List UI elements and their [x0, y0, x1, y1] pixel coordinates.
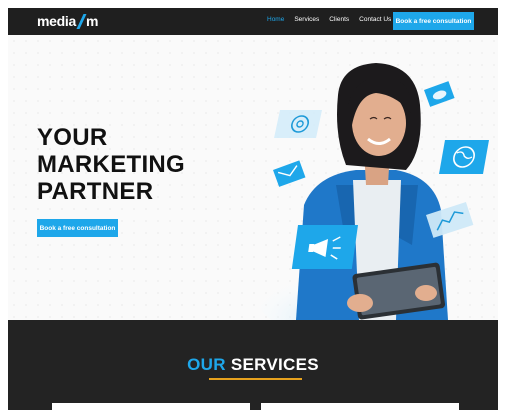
person-illustration [296, 63, 448, 320]
services-section: OUR SERVICES [8, 320, 498, 410]
nav-link-home[interactable]: Home [267, 16, 284, 23]
logo-text-right: m [85, 13, 99, 29]
hero-consultation-button[interactable]: Book a free consultation [37, 219, 118, 237]
cloud-icon [424, 81, 455, 107]
at-sign-icon [274, 110, 322, 138]
nav-link-services[interactable]: Services [294, 16, 319, 23]
heading-underline [209, 378, 302, 380]
service-card[interactable] [261, 403, 459, 410]
service-card[interactable] [52, 403, 250, 410]
hero-title: YOUR MARKETING PARTNER [37, 124, 186, 205]
services-heading-accent: OUR [187, 355, 226, 374]
top-navbar: media m Home Services Clients Contact Us … [8, 8, 498, 35]
nav-consultation-button[interactable]: Book a free consultation [393, 12, 474, 30]
services-heading-rest: SERVICES [230, 355, 319, 374]
page-frame: media m Home Services Clients Contact Us … [8, 8, 498, 410]
megaphone-icon [291, 225, 358, 269]
nav-link-clients[interactable]: Clients [329, 16, 349, 23]
hero-illustration [256, 63, 489, 320]
services-heading: OUR SERVICES [8, 355, 498, 375]
logo-text-left: media [37, 13, 76, 29]
brand-logo[interactable]: media m [37, 13, 98, 29]
email-icon [273, 160, 306, 187]
nav-menu: Home Services Clients Contact Us [267, 16, 401, 23]
nav-link-contact[interactable]: Contact Us [359, 16, 391, 23]
globe-icon [439, 140, 489, 174]
hero-section: YOUR MARKETING PARTNER Book a free consu… [8, 35, 498, 320]
logo-slash-icon [76, 13, 87, 29]
